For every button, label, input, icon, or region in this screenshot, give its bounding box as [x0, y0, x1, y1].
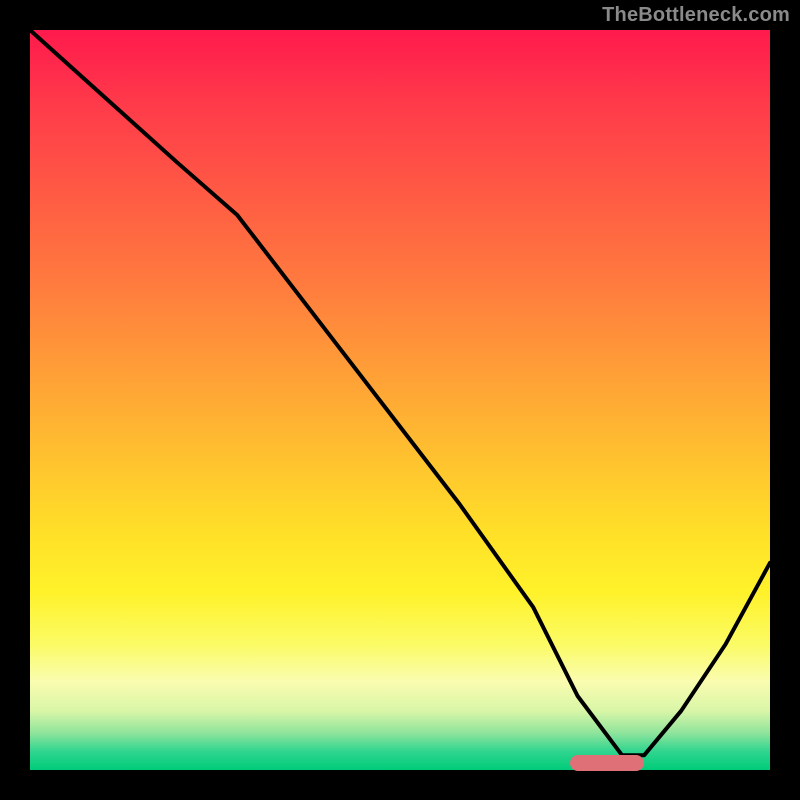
- watermark-text: TheBottleneck.com: [602, 4, 790, 27]
- optimal-range-marker: [570, 755, 644, 771]
- curve-svg: [30, 30, 770, 770]
- plot-area: [30, 30, 770, 770]
- chart-frame: TheBottleneck.com: [0, 0, 800, 800]
- bottleneck-curve-path: [30, 30, 770, 755]
